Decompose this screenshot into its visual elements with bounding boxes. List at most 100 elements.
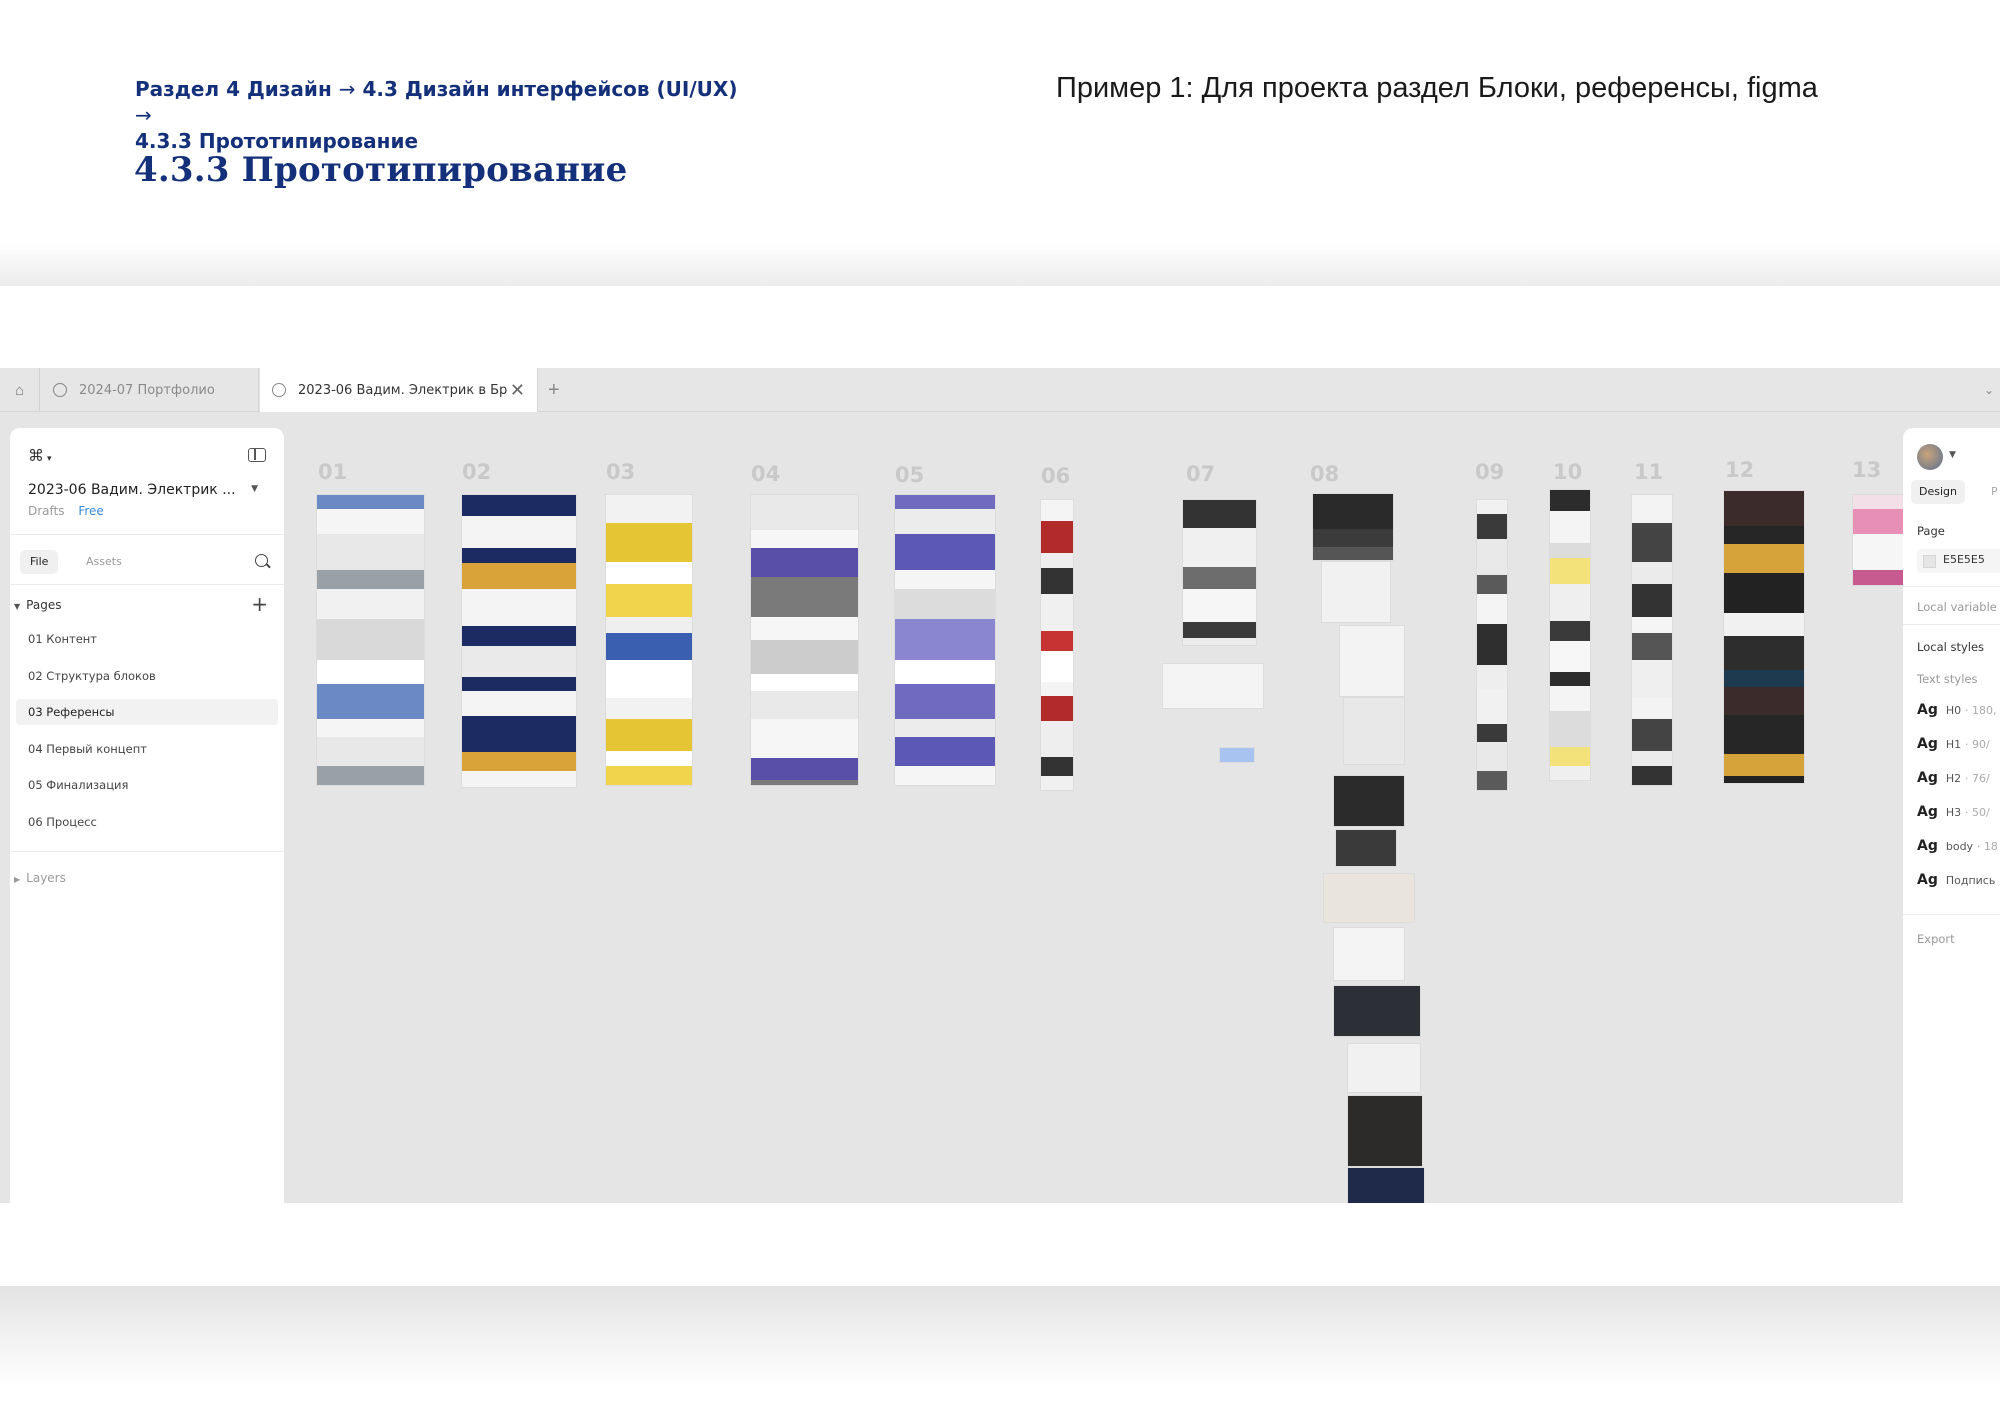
reference-frame[interactable]: [317, 495, 424, 785]
local-variables-label[interactable]: Local variable: [1917, 600, 1997, 614]
thumbnail-block: [1550, 672, 1590, 686]
page-item-process[interactable]: 06 Процесс: [16, 809, 278, 835]
text-style-h3[interactable]: Ag H3 · 50/: [1917, 804, 1990, 824]
reference-image[interactable]: [1334, 776, 1404, 826]
page-item-finalization[interactable]: 05 Финализация: [16, 772, 278, 798]
reference-frame[interactable]: [606, 495, 692, 785]
reference-image[interactable]: [1324, 874, 1414, 922]
export-label[interactable]: Export: [1917, 932, 1955, 946]
text-style-h0[interactable]: Ag H0 · 180,: [1917, 702, 1996, 722]
thumbnail-block: [1550, 766, 1590, 780]
file-name[interactable]: 2023-06 Вадим. Электрик ... ▼: [28, 482, 268, 498]
tab-file[interactable]: File: [20, 550, 59, 574]
add-tab-button[interactable]: +: [548, 368, 560, 412]
thumbnail-block: [1632, 698, 1672, 719]
thumbnail-block: [1041, 568, 1073, 594]
reference-frame[interactable]: [1853, 495, 1903, 585]
thumbnail-block: [606, 751, 692, 766]
thumbnail-block: [462, 646, 576, 677]
file-icon: [272, 383, 286, 397]
thumbnail-block: [1632, 617, 1672, 633]
thumbnail-block: [606, 584, 692, 617]
reference-image[interactable]: [1220, 748, 1254, 762]
thumbnail-block: [1477, 514, 1507, 539]
reference-frame[interactable]: [1550, 490, 1590, 780]
reference-image[interactable]: [1334, 986, 1420, 1036]
reference-image[interactable]: [1322, 562, 1390, 622]
thumbnail-block: [1550, 584, 1590, 621]
thumbnail-block: [606, 523, 692, 562]
thumbnail-block: [606, 495, 692, 523]
reference-image[interactable]: [1348, 1096, 1422, 1166]
reference-image[interactable]: [1336, 830, 1396, 866]
page-item-content[interactable]: 01 Контент: [16, 626, 278, 652]
home-button[interactable]: ⌂: [0, 368, 40, 412]
page-section-label: Page: [1917, 524, 1945, 538]
add-page-icon[interactable]: +: [251, 592, 268, 616]
reference-frame[interactable]: [1041, 500, 1073, 790]
thumbnail-block: [1550, 511, 1590, 543]
thumbnail-block: [1041, 721, 1073, 757]
color-swatch[interactable]: [1923, 555, 1936, 568]
reference-frame[interactable]: [1632, 495, 1672, 785]
thumbnail-block: [1041, 553, 1073, 568]
layers-header[interactable]: ▶ Layers: [14, 871, 66, 885]
tab-assets[interactable]: Assets: [76, 550, 132, 574]
tab-design[interactable]: Design: [1911, 480, 1965, 504]
local-styles-label: Local styles: [1917, 640, 1985, 654]
frame-number: 03: [606, 460, 636, 484]
tab-portfolio[interactable]: 2024-07 Портфолио: [41, 368, 259, 412]
reference-image[interactable]: [1163, 664, 1263, 708]
reference-image[interactable]: [1348, 1168, 1424, 1203]
chevron-down-icon[interactable]: ▼: [1949, 450, 1956, 460]
style-name: H3: [1945, 806, 1962, 819]
thumbnail-block: [462, 771, 576, 787]
close-icon[interactable]: ✕: [510, 380, 525, 401]
thumbnail-block: [751, 548, 858, 577]
page-item-references[interactable]: 03 Референсы: [16, 699, 278, 725]
text-style-caption[interactable]: Ag Подпись: [1917, 872, 1995, 892]
reference-frame[interactable]: [751, 495, 858, 785]
thumbnail-block: [1183, 589, 1256, 622]
reference-frame[interactable]: [462, 495, 576, 787]
plan-badge[interactable]: Free: [78, 504, 103, 518]
thumbnail-block: [1183, 528, 1256, 567]
figma-menu-button[interactable]: ⌘ ▾: [28, 446, 52, 465]
avatar[interactable]: [1917, 444, 1943, 470]
reference-frame[interactable]: [895, 495, 995, 785]
reference-image[interactable]: [1334, 928, 1404, 980]
reference-image[interactable]: [1344, 698, 1404, 764]
reference-frame[interactable]: [1477, 500, 1507, 790]
divider: [1903, 624, 2000, 625]
thumbnail-block: [751, 719, 858, 758]
reference-image[interactable]: [1348, 1044, 1420, 1092]
ag-preview: Ag: [1917, 872, 1938, 888]
reference-image[interactable]: [1340, 626, 1404, 696]
sidebar-toggle-icon[interactable]: [248, 448, 266, 462]
text-style-body[interactable]: Ag body · 18: [1917, 838, 1998, 858]
thumbnail-block: [751, 674, 858, 691]
page-item-block-structure[interactable]: 02 Структура блоков: [16, 663, 278, 689]
thumbnail-block: [895, 509, 995, 534]
drafts-label[interactable]: Drafts: [28, 504, 65, 518]
reference-frame[interactable]: [1724, 491, 1804, 783]
reference-frame[interactable]: [1313, 494, 1393, 560]
text-style-h2[interactable]: Ag H2 · 76/: [1917, 770, 1990, 790]
page-color-field[interactable]: E5E5E5: [1917, 549, 2000, 573]
file-name-label: 2023-06 Вадим. Электрик ...: [28, 482, 236, 498]
tab-prototype[interactable]: P: [1991, 480, 1998, 504]
thumbnail-block: [1477, 724, 1507, 742]
pages-header[interactable]: ▼ Pages: [14, 598, 61, 612]
page-item-first-concept[interactable]: 04 Первый концепт: [16, 736, 278, 762]
thumbnail-block: [317, 684, 424, 719]
thumbnail-block: [1632, 751, 1672, 766]
thumbnail-block: [1724, 715, 1804, 754]
text-style-h1[interactable]: Ag H1 · 90/: [1917, 736, 1990, 756]
ag-preview: Ag: [1917, 736, 1938, 752]
tab-electrician[interactable]: 2023-06 Вадим. Электрик в Бр ✕: [260, 368, 538, 412]
search-icon[interactable]: [255, 554, 268, 567]
reference-frame[interactable]: [1183, 500, 1256, 645]
thumbnail-block: [606, 766, 692, 785]
thumbnail-block: [1477, 539, 1507, 575]
chevron-down-icon[interactable]: ⌄: [1984, 368, 1994, 412]
